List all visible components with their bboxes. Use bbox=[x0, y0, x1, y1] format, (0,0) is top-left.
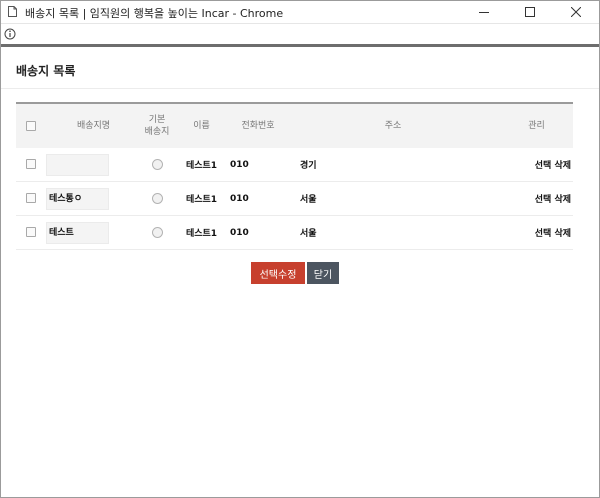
header-default-line1: 기본 bbox=[148, 115, 166, 125]
maximize-button[interactable] bbox=[507, 1, 553, 23]
header-default-line2: 배송지 bbox=[144, 127, 170, 137]
header-address: 주소 bbox=[286, 102, 500, 148]
header-phone: 전화번호 bbox=[230, 102, 286, 148]
info-icon[interactable] bbox=[4, 28, 16, 40]
delete-link[interactable]: 삭제 bbox=[554, 229, 571, 239]
row-default-cell bbox=[141, 181, 173, 216]
table-row: 테스통ㅇ 테스트1 010 서울 선택 삭제 bbox=[16, 181, 573, 216]
row-checkbox[interactable] bbox=[26, 193, 36, 204]
default-address-radio[interactable] bbox=[151, 159, 163, 170]
row-name-cell bbox=[46, 148, 141, 182]
header-select bbox=[16, 102, 46, 148]
address-name-input[interactable]: 테스트 bbox=[46, 221, 109, 244]
row-default-cell bbox=[141, 148, 173, 182]
select-all-checkbox[interactable] bbox=[26, 120, 36, 131]
divider bbox=[1, 88, 599, 89]
header-recipient: 이름 bbox=[173, 102, 230, 148]
default-address-radio[interactable] bbox=[151, 227, 163, 238]
table-row: 테스트1 010 경기 선택 삭제 bbox=[16, 148, 573, 182]
row-name-cell: 테스트 bbox=[46, 215, 141, 250]
header-default: 기본 배송지 bbox=[141, 102, 173, 148]
row-address: 서울 bbox=[286, 215, 500, 250]
row-phone: 010 bbox=[230, 215, 286, 250]
minimize-button[interactable] bbox=[461, 1, 507, 23]
row-select-cell bbox=[16, 181, 46, 216]
document-icon bbox=[8, 6, 17, 17]
window-title: 배송지 목록 | 임직원의 행복을 높이는 Incar - Chrome bbox=[25, 7, 284, 20]
close-window-button[interactable] bbox=[553, 1, 599, 23]
select-link[interactable]: 선택 bbox=[535, 195, 552, 205]
address-name-input[interactable] bbox=[46, 153, 109, 176]
page-content: 배송지 목록 배송지명 기본 배송지 이름 전화번호 주소 관리 테스트1 01… bbox=[1, 44, 599, 497]
header-manage: 관리 bbox=[500, 102, 573, 148]
default-address-radio[interactable] bbox=[151, 193, 163, 204]
row-phone: 010 bbox=[230, 181, 286, 216]
row-recipient: 테스트1 bbox=[173, 148, 230, 182]
button-row: 선택수정 닫기 bbox=[251, 262, 339, 284]
row-checkbox[interactable] bbox=[26, 159, 36, 170]
select-link[interactable]: 선택 bbox=[535, 229, 552, 239]
row-recipient: 테스트1 bbox=[173, 181, 230, 216]
row-select-cell bbox=[16, 148, 46, 182]
row-actions: 선택 삭제 bbox=[500, 148, 573, 182]
row-default-cell bbox=[141, 215, 173, 250]
minimize-icon bbox=[479, 12, 489, 13]
close-icon bbox=[571, 7, 581, 17]
delete-link[interactable]: 삭제 bbox=[554, 161, 571, 171]
page-title: 배송지 목록 bbox=[16, 64, 76, 78]
close-button[interactable]: 닫기 bbox=[307, 262, 339, 284]
row-actions: 선택 삭제 bbox=[500, 181, 573, 216]
address-table: 배송지명 기본 배송지 이름 전화번호 주소 관리 테스트1 010 경기 선택… bbox=[16, 102, 573, 250]
row-phone: 010 bbox=[230, 148, 286, 182]
table-header-row: 배송지명 기본 배송지 이름 전화번호 주소 관리 bbox=[16, 102, 573, 148]
browser-popup-window: 배송지 목록 | 임직원의 행복을 높이는 Incar - Chrome 배송지… bbox=[0, 0, 600, 498]
row-checkbox[interactable] bbox=[26, 227, 36, 238]
select-link[interactable]: 선택 bbox=[535, 161, 552, 171]
row-name-cell: 테스통ㅇ bbox=[46, 181, 141, 216]
row-actions: 선택 삭제 bbox=[500, 215, 573, 250]
title-bar: 배송지 목록 | 임직원의 행복을 높이는 Incar - Chrome bbox=[1, 1, 599, 23]
address-bar bbox=[1, 23, 599, 45]
header-name: 배송지명 bbox=[46, 102, 141, 148]
address-name-input[interactable]: 테스통ㅇ bbox=[46, 187, 109, 210]
row-select-cell bbox=[16, 215, 46, 250]
table-row: 테스트 테스트1 010 서울 선택 삭제 bbox=[16, 215, 573, 250]
row-address: 경기 bbox=[286, 148, 500, 182]
save-selection-button[interactable]: 선택수정 bbox=[251, 262, 305, 284]
row-address: 서울 bbox=[286, 181, 500, 216]
maximize-icon bbox=[525, 7, 535, 17]
delete-link[interactable]: 삭제 bbox=[554, 195, 571, 205]
row-recipient: 테스트1 bbox=[173, 215, 230, 250]
